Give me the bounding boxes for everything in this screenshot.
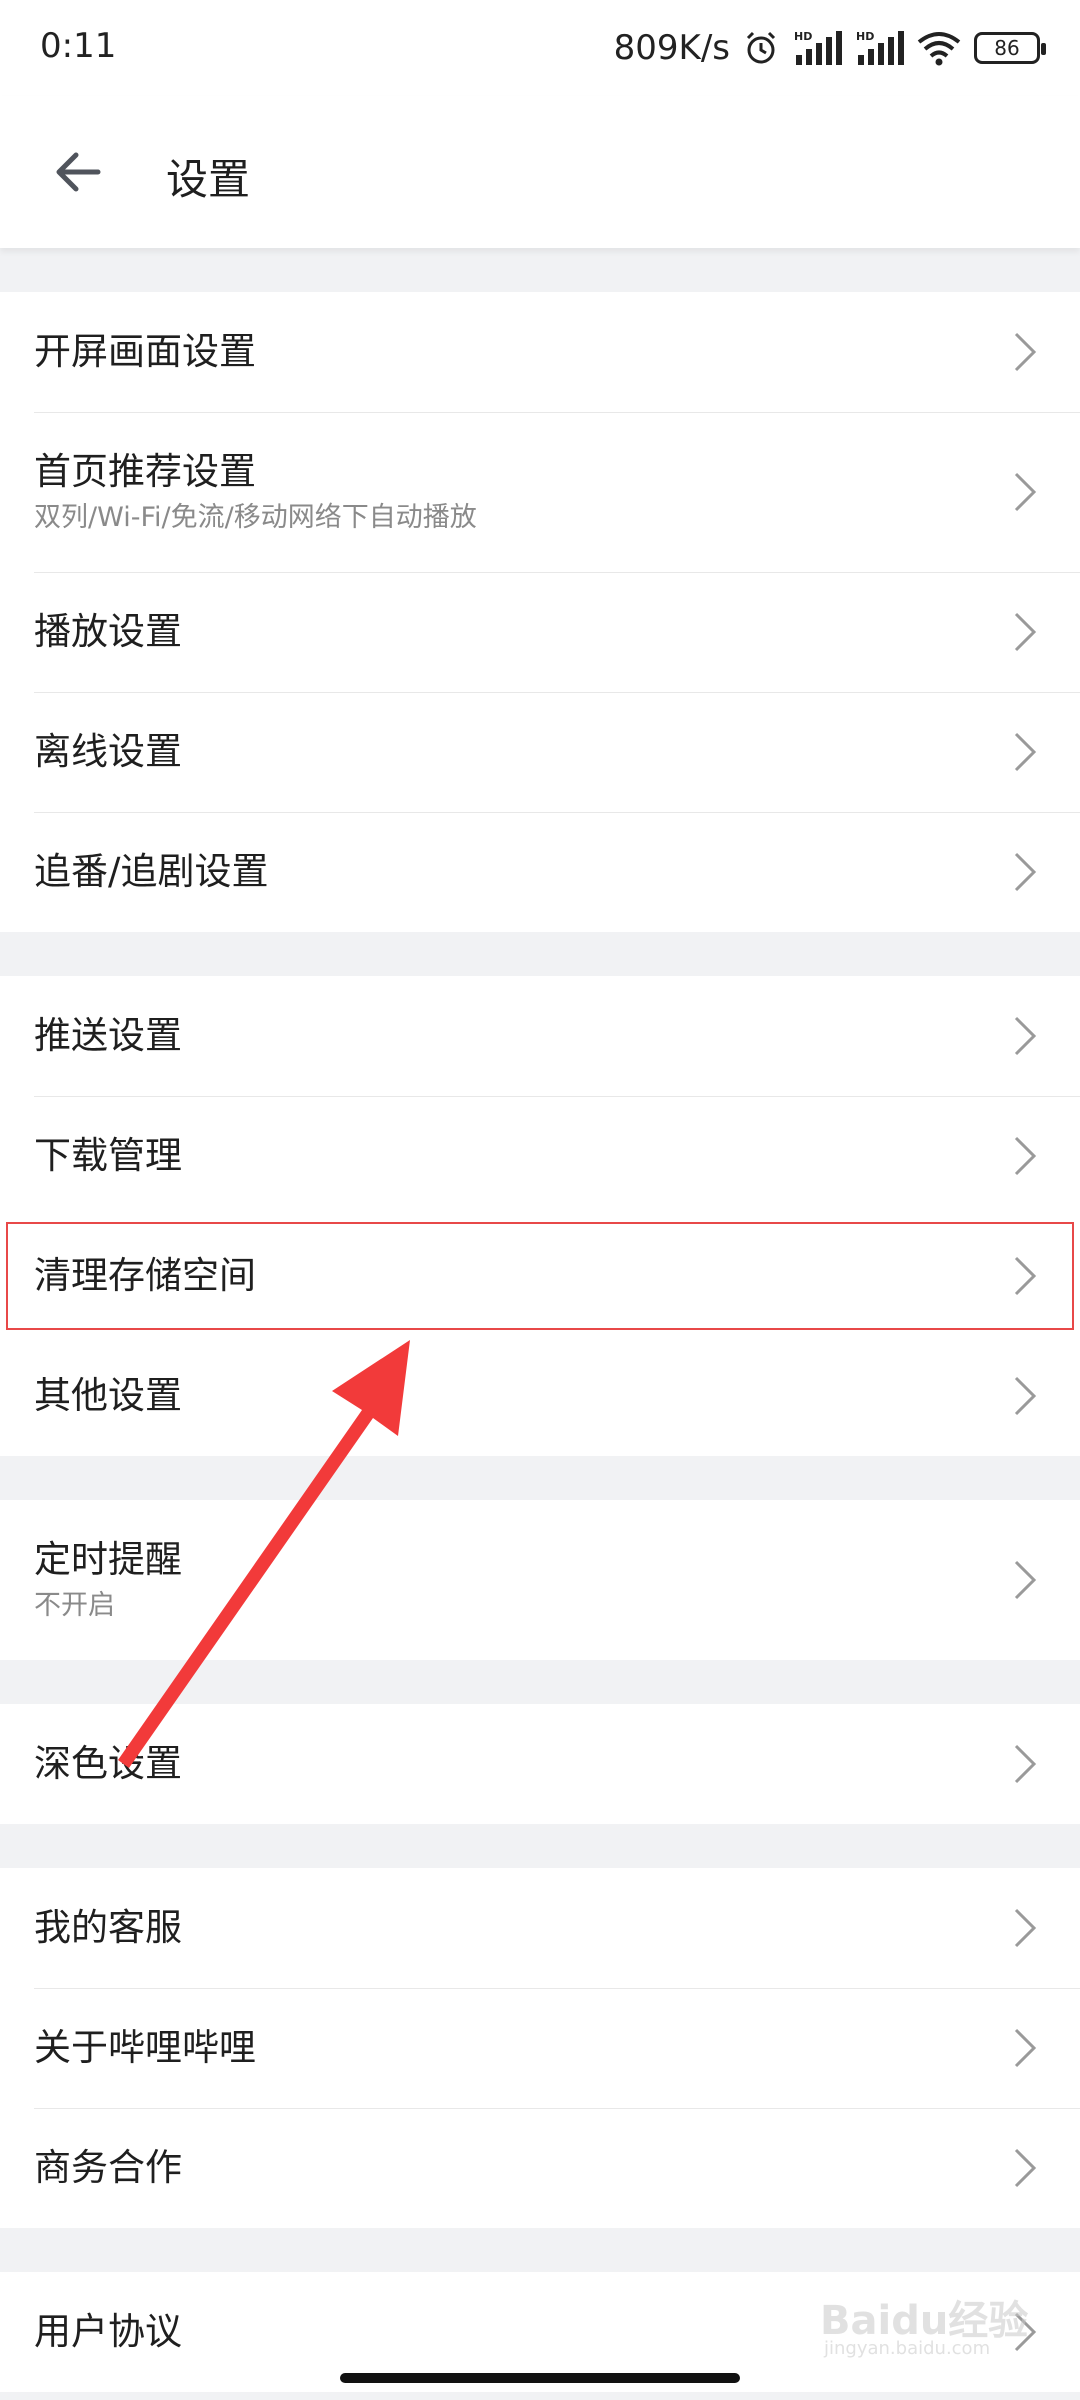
settings-item-customer-service[interactable]: 我的客服 xyxy=(0,1868,1080,1988)
settings-group-reminder: 定时提醒 不开启 xyxy=(0,1500,1080,1660)
settings-item-business[interactable]: 商务合作 xyxy=(0,2108,1080,2228)
settings-item-subtitle: 不开启 xyxy=(34,1590,115,1621)
signal-hd-icon: HD xyxy=(856,30,904,65)
settings-item-label: 播放设置 xyxy=(34,609,182,653)
chevron-right-icon xyxy=(1014,1744,1037,1784)
settings-item-label: 推送设置 xyxy=(34,1013,182,1057)
settings-group-dark-mode: 深色设置 xyxy=(0,1704,1080,1824)
chevron-right-icon xyxy=(1014,732,1037,772)
watermark-logo: Baidu经验 jingyan.baidu.com xyxy=(820,2278,1060,2368)
svg-text:HD: HD xyxy=(856,30,874,43)
settings-item-label: 我的客服 xyxy=(34,1905,182,1949)
chevron-right-icon xyxy=(1014,1016,1037,1056)
chevron-right-icon xyxy=(1014,1908,1037,1948)
settings-item-label: 清理存储空间 xyxy=(34,1253,256,1297)
chevron-right-icon xyxy=(1014,1376,1037,1416)
settings-item-label: 关于哔哩哔哩 xyxy=(34,2025,256,2069)
chevron-right-icon xyxy=(1014,332,1037,372)
settings-group-general: 开屏画面设置 首页推荐设置 双列/Wi-Fi/免流/移动网络下自动播放 播放设置… xyxy=(0,292,1080,932)
settings-item-push[interactable]: 推送设置 xyxy=(0,976,1080,1096)
settings-list: 开屏画面设置 首页推荐设置 双列/Wi-Fi/免流/移动网络下自动播放 播放设置… xyxy=(0,292,1080,2400)
settings-item-splash-screen[interactable]: 开屏画面设置 xyxy=(0,292,1080,412)
settings-item-label: 开屏画面设置 xyxy=(34,329,256,373)
settings-item-label: 其他设置 xyxy=(34,1373,182,1417)
signal-hd-icon: HD xyxy=(794,30,842,65)
settings-item-label: 下载管理 xyxy=(34,1133,182,1177)
arrow-left-icon xyxy=(56,152,101,192)
chevron-right-icon xyxy=(1014,1560,1037,1600)
chevron-right-icon xyxy=(1014,1136,1037,1176)
chevron-right-icon xyxy=(1014,2028,1037,2068)
alarm-icon xyxy=(746,31,776,64)
settings-item-about[interactable]: 关于哔哩哔哩 xyxy=(0,1988,1080,2108)
settings-item-playback[interactable]: 播放设置 xyxy=(0,572,1080,692)
back-button[interactable] xyxy=(42,136,114,208)
chevron-right-icon xyxy=(1014,2148,1037,2188)
svg-text:HD: HD xyxy=(794,30,812,43)
settings-item-label: 首页推荐设置 xyxy=(34,449,256,493)
status-time: 0:11 xyxy=(40,26,117,66)
home-indicator[interactable] xyxy=(340,2373,740,2383)
settings-item-label: 定时提醒 xyxy=(34,1537,182,1581)
settings-item-clear-storage[interactable]: 清理存储空间 xyxy=(0,1216,1080,1336)
page-title: 设置 xyxy=(166,155,251,204)
wifi-icon xyxy=(917,32,961,66)
settings-item-label: 商务合作 xyxy=(34,2145,182,2189)
status-bar: 0:11 809K/s HD HD 86 xyxy=(0,0,1080,96)
settings-item-subtitle: 双列/Wi-Fi/免流/移动网络下自动播放 xyxy=(34,502,477,533)
settings-group-about: 我的客服 关于哔哩哔哩 商务合作 xyxy=(0,1868,1080,2228)
chevron-right-icon xyxy=(1014,852,1037,892)
settings-item-download-manager[interactable]: 下载管理 xyxy=(0,1096,1080,1216)
settings-item-home-recommend[interactable]: 首页推荐设置 双列/Wi-Fi/免流/移动网络下自动播放 xyxy=(0,412,1080,572)
header: 设置 xyxy=(0,96,1080,248)
chevron-right-icon xyxy=(1014,612,1037,652)
chevron-right-icon xyxy=(1014,472,1037,512)
settings-item-label: 追番/追剧设置 xyxy=(34,849,269,893)
battery-icon: 86 xyxy=(974,32,1046,64)
settings-group-storage: 推送设置 下载管理 清理存储空间 其他设置 xyxy=(0,976,1080,1456)
network-speed: 809K/s xyxy=(613,28,730,68)
settings-item-other[interactable]: 其他设置 xyxy=(0,1336,1080,1456)
chevron-right-icon xyxy=(1014,1256,1037,1296)
settings-item-offline[interactable]: 离线设置 xyxy=(0,692,1080,812)
settings-item-label: 离线设置 xyxy=(34,729,182,773)
settings-item-timed-reminder[interactable]: 定时提醒 不开启 xyxy=(0,1500,1080,1660)
settings-item-dark-mode[interactable]: 深色设置 xyxy=(0,1704,1080,1824)
settings-item-follow-series[interactable]: 追番/追剧设置 xyxy=(0,812,1080,932)
watermark-subtext: jingyan.baidu.com xyxy=(824,2338,991,2359)
settings-item-label: 深色设置 xyxy=(34,1741,182,1785)
status-icons: 809K/s HD HD 86 xyxy=(613,26,1046,70)
